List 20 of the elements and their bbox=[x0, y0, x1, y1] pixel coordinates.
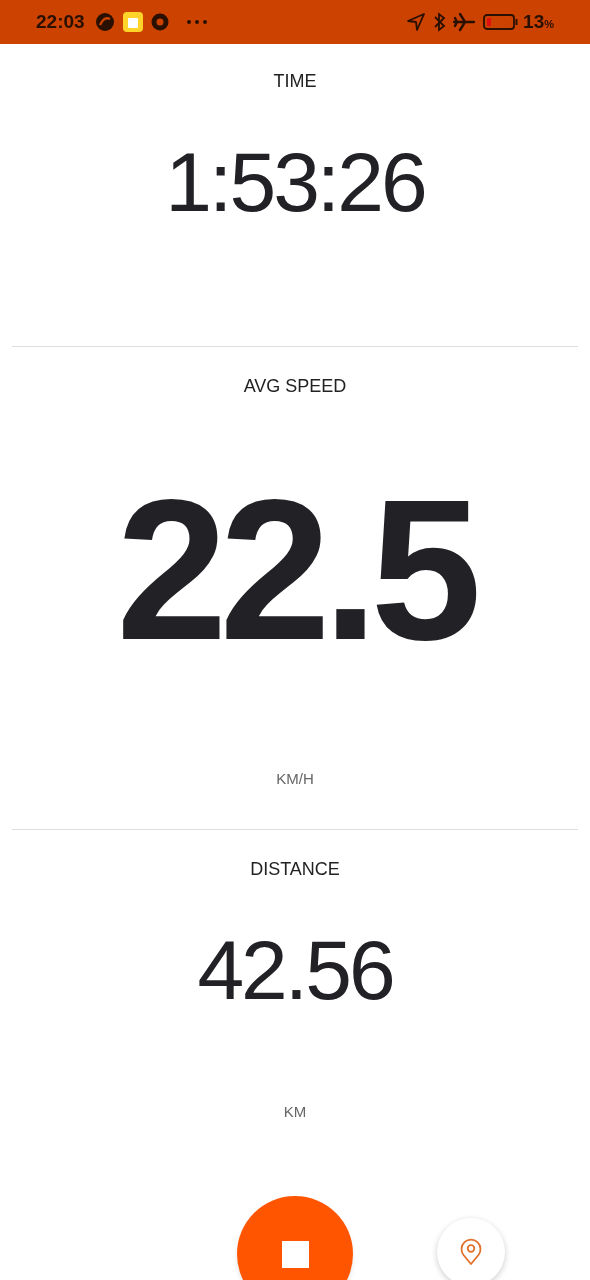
more-icon bbox=[186, 20, 207, 24]
bluetooth-icon bbox=[433, 12, 448, 32]
metric-unit: KM/H bbox=[276, 769, 314, 789]
metric-value: 1:53:26 bbox=[165, 137, 425, 227]
location-arrow-icon bbox=[407, 13, 426, 31]
stop-button[interactable] bbox=[237, 1196, 353, 1280]
metric-label: AVG SPEED bbox=[243, 375, 347, 398]
metric-label: TIME bbox=[273, 70, 317, 93]
map-pin-icon bbox=[460, 1238, 482, 1266]
battery-icon bbox=[483, 13, 520, 31]
clock: 22:03 bbox=[36, 9, 85, 34]
metric-value: 22.5 bbox=[116, 470, 474, 670]
record-icon bbox=[150, 13, 169, 31]
airplane-icon bbox=[453, 12, 476, 32]
stop-icon bbox=[281, 1240, 309, 1268]
location-button[interactable] bbox=[437, 1218, 505, 1280]
metric-label: DISTANCE bbox=[250, 858, 340, 881]
metric-unit: KM bbox=[283, 1102, 307, 1122]
battery-percent: 13% bbox=[523, 9, 554, 34]
metric-value: 42.56 bbox=[197, 925, 393, 1015]
